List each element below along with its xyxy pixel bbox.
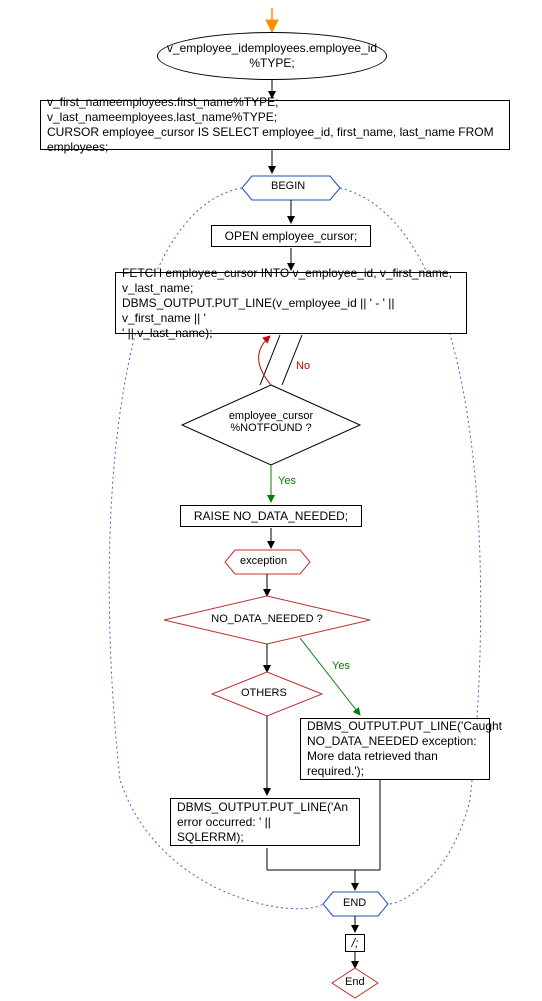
- raise-box: RAISE NO_DATA_NEEDED;: [180, 505, 362, 527]
- declare-block: v_first_nameemployees.first_name%TYPE; v…: [40, 100, 510, 150]
- ndn-cond-text: NO_DATA_NEEDED ?: [206, 613, 328, 625]
- begin-label: BEGIN: [271, 180, 305, 192]
- open-cursor-box: OPEN employee_cursor;: [211, 225, 371, 247]
- notfound-cond-text: employee_cursor %NOTFOUND ?: [221, 410, 321, 434]
- ndn-handler-text: DBMS_OUTPUT.PUT_LINE('Caught NO_DATA_NEE…: [307, 719, 502, 779]
- yes-label-1: Yes: [278, 475, 296, 487]
- slash-text: /;: [352, 936, 359, 951]
- declare-ellipse: v_employee_idemployees.employee_id %TYPE…: [157, 32, 387, 80]
- ndn-handler-box: DBMS_OUTPUT.PUT_LINE('Caught NO_DATA_NEE…: [300, 718, 490, 780]
- no-label-1: No: [296, 360, 310, 372]
- fetch-block: FETCH employee_cursor INTO v_employee_id…: [115, 272, 467, 334]
- exception-label: exception: [240, 555, 287, 567]
- slash-box: /;: [345, 934, 365, 952]
- fetch-block-text: FETCH employee_cursor INTO v_employee_id…: [122, 266, 460, 341]
- raise-text: RAISE NO_DATA_NEEDED;: [194, 509, 348, 524]
- yes-label-2: Yes: [332, 660, 350, 672]
- open-cursor-text: OPEN employee_cursor;: [225, 229, 358, 244]
- others-handler-text: DBMS_OUTPUT.PUT_LINE('An error occurred:…: [177, 800, 348, 845]
- others-cond-text: OTHERS: [241, 687, 287, 699]
- others-handler-box: DBMS_OUTPUT.PUT_LINE('An error occurred:…: [170, 798, 360, 846]
- end-terminal-text: End: [345, 976, 365, 988]
- declare-ellipse-text: v_employee_idemployees.employee_id %TYPE…: [167, 41, 377, 71]
- end-label: END: [343, 897, 366, 909]
- declare-block-text: v_first_nameemployees.first_name%TYPE; v…: [47, 95, 503, 155]
